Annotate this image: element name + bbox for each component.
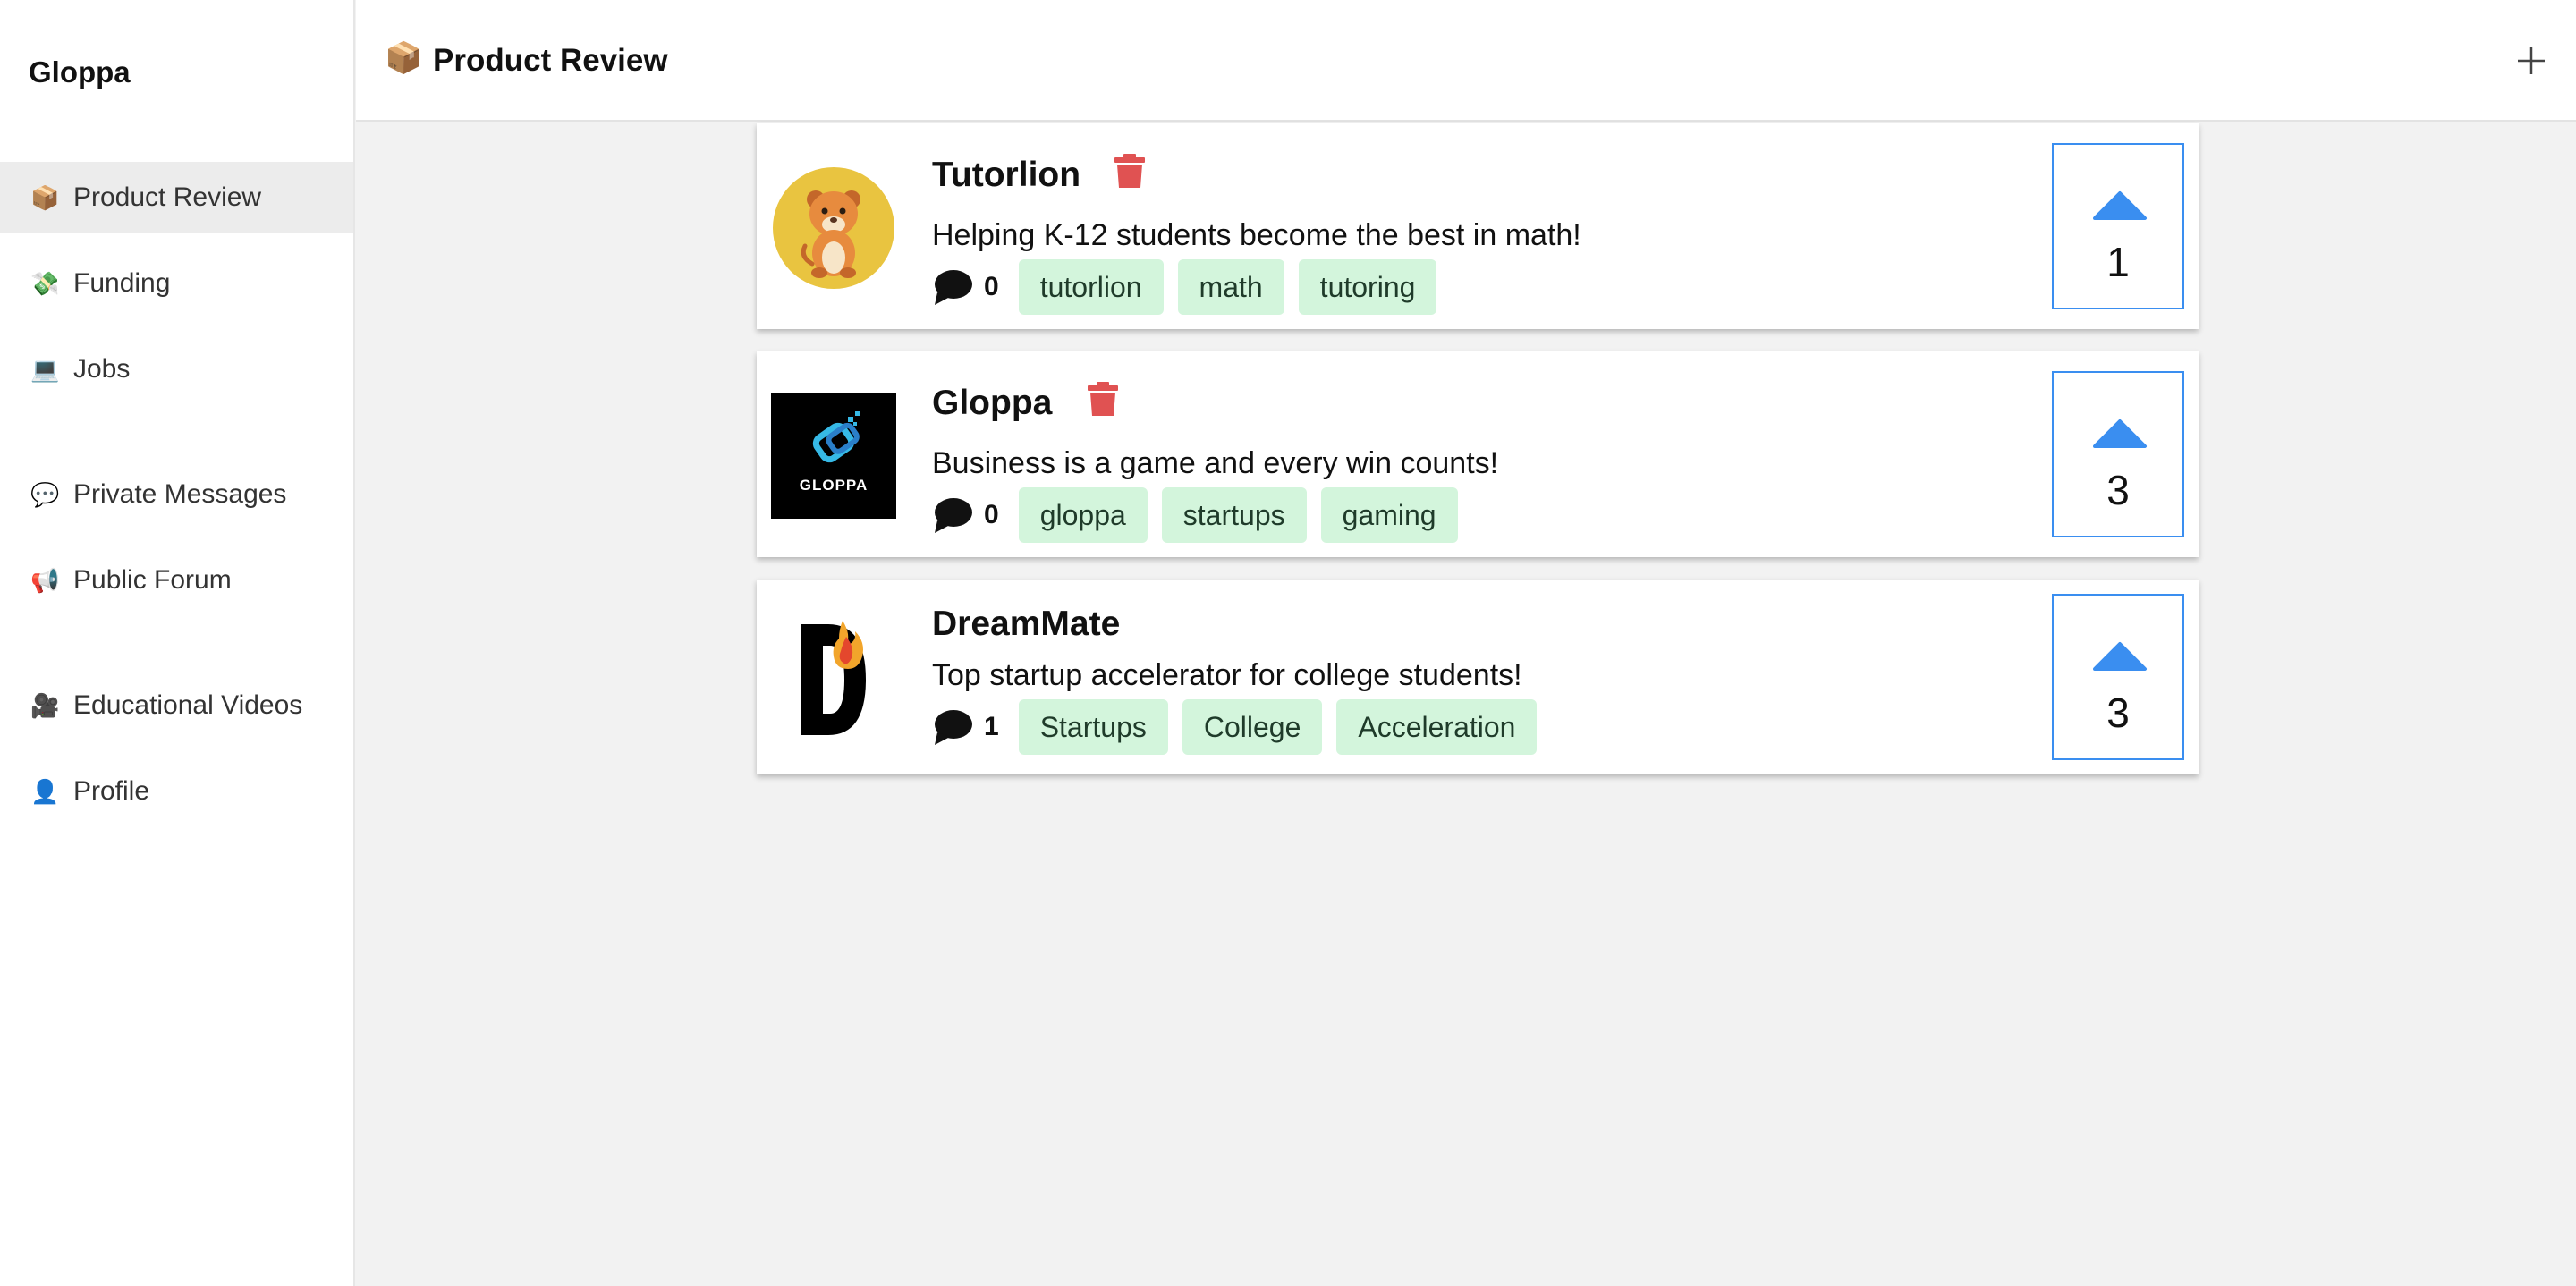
sidebar-item-label: Profile (73, 776, 150, 806)
sidebar-item-private-messages[interactable]: 💬 Private Messages (0, 459, 353, 530)
comment-icon (935, 270, 972, 305)
logo-text: GLOPPA (800, 477, 869, 494)
sidebar-item-jobs[interactable]: 💻 Jobs (0, 334, 353, 405)
add-product-button[interactable] (2515, 45, 2547, 77)
product-description: Business is a game and every win counts! (932, 446, 1499, 480)
page-title: Product Review (433, 43, 668, 78)
laptop-icon: 💻 (30, 356, 60, 383)
product-name[interactable]: Gloppa (932, 384, 1052, 423)
comments-button[interactable]: 0 (932, 267, 999, 307)
product-name[interactable]: DreamMate (932, 605, 1120, 644)
tag[interactable]: gloppa (1018, 487, 1148, 543)
comment-count: 1 (984, 712, 999, 741)
sidebar-item-label: Public Forum (73, 565, 232, 595)
product-meta: 0 gloppa startups gaming (932, 487, 1472, 543)
sidebar-item-label: Jobs (73, 354, 131, 384)
vote-count: 3 (2106, 690, 2130, 736)
comment-count: 0 (984, 272, 999, 301)
plus-icon (2518, 47, 2545, 74)
tag[interactable]: College (1182, 699, 1323, 755)
caret-up-icon (2093, 642, 2147, 671)
product-description: Top startup accelerator for college stud… (932, 658, 1522, 692)
sidebar-item-public-forum[interactable]: 📢 Public Forum (0, 545, 353, 616)
upvote-button[interactable]: 3 (2052, 594, 2184, 760)
caret-up-icon (2093, 419, 2147, 448)
user-icon: 👤 (30, 778, 60, 805)
speech-bubble-icon: 💬 (30, 481, 60, 508)
package-icon: 📦 (385, 41, 423, 75)
sidebar-item-label: Funding (73, 268, 171, 298)
product-description: Helping K-12 students become the best in… (932, 218, 1581, 252)
trash-icon (1088, 382, 1118, 416)
sidebar: Gloppa 📦 Product Review 💸 Funding 💻 Jobs… (0, 0, 355, 1286)
vote-count: 1 (2106, 239, 2130, 285)
sidebar-item-profile[interactable]: 👤 Profile (0, 756, 353, 827)
tag[interactable]: Acceleration (1336, 699, 1538, 755)
vote-count: 3 (2106, 467, 2130, 513)
comment-count: 0 (984, 500, 999, 529)
tag[interactable]: tutorlion (1018, 259, 1164, 315)
comments-button[interactable]: 1 (932, 707, 999, 747)
product-card-tutorlion[interactable]: Tutorlion Helping K-12 students become t… (757, 123, 2199, 329)
sidebar-item-label: Educational Videos (73, 690, 303, 720)
sidebar-item-product-review[interactable]: 📦 Product Review (0, 162, 353, 233)
tag[interactable]: math (1177, 259, 1284, 315)
upvote-button[interactable]: 1 (2052, 143, 2184, 309)
product-meta: 1 Startups College Acceleration (932, 699, 1551, 755)
tutorlion-logo (773, 167, 894, 293)
sidebar-item-label: Private Messages (73, 479, 287, 509)
caret-up-icon (2093, 191, 2147, 220)
trash-icon (1114, 154, 1145, 188)
tag[interactable]: Startups (1018, 699, 1168, 755)
product-card-dreammate[interactable]: DreamMate Top startup accelerator for co… (757, 580, 2199, 774)
sidebar-item-funding[interactable]: 💸 Funding (0, 248, 353, 319)
delete-button[interactable] (1088, 382, 1118, 416)
tag[interactable]: startups (1161, 487, 1307, 543)
dreammate-logo (792, 615, 882, 745)
product-name[interactable]: Tutorlion (932, 156, 1080, 195)
comments-button[interactable]: 0 (932, 495, 999, 535)
page-header: 📦 Product Review (356, 0, 2576, 122)
upvote-button[interactable]: 3 (2052, 371, 2184, 537)
video-camera-icon: 🎥 (30, 692, 60, 719)
money-icon: 💸 (30, 270, 60, 297)
gloppa-logo: GLOPPA (771, 393, 896, 523)
package-icon: 📦 (30, 184, 60, 211)
brand-title[interactable]: Gloppa (29, 55, 131, 89)
delete-button[interactable] (1114, 154, 1145, 188)
product-card-gloppa[interactable]: GLOPPA Gloppa Business is a game and eve… (757, 351, 2199, 557)
tag[interactable]: tutoring (1298, 259, 1437, 315)
comment-icon (935, 498, 972, 533)
comment-icon (935, 710, 972, 745)
megaphone-icon: 📢 (30, 567, 60, 594)
sidebar-item-educational-videos[interactable]: 🎥 Educational Videos (0, 670, 353, 741)
sidebar-item-label: Product Review (73, 182, 262, 212)
tag[interactable]: gaming (1320, 487, 1458, 543)
product-meta: 0 tutorlion math tutoring (932, 259, 1451, 315)
